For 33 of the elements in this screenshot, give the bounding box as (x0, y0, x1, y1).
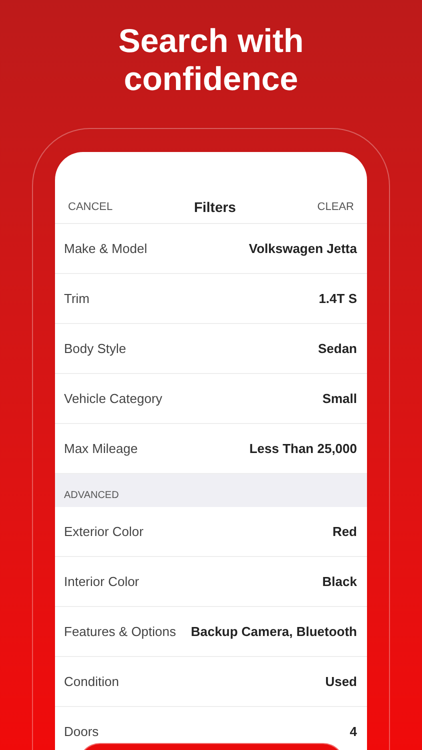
filter-label: Vehicle Category (64, 390, 162, 408)
filter-row[interactable]: Make & Model Volkswagen Jetta (55, 224, 367, 274)
filter-label: Features & Options (64, 622, 176, 641)
filter-label: Doors (64, 722, 99, 741)
filter-value: Small (322, 390, 357, 408)
filter-label: Interior Color (64, 572, 140, 591)
filter-value: 1.4T S (318, 290, 357, 308)
filter-label: Make & Model (64, 240, 148, 258)
filter-label: Condition (64, 672, 119, 691)
filter-row[interactable]: Features & Options Backup Camera, Bluetooth (55, 607, 367, 657)
headline: Search with confidence (117, 22, 305, 98)
filter-value: Less Than 25,000 (249, 440, 357, 458)
filter-value: Backup Camera, Bluetooth (190, 622, 357, 641)
filter-value: Used (325, 672, 357, 691)
section-header: ADVANCED (64, 489, 119, 503)
clear-button[interactable]: CLEAR (317, 199, 354, 216)
filter-label: Exterior Color (64, 522, 144, 541)
filter-value: Red (332, 522, 357, 541)
filter-row[interactable]: Condition Used (55, 657, 367, 707)
cancel-button[interactable]: CANCEL (68, 199, 113, 216)
screen-title: Filters (194, 198, 236, 217)
filter-label: Body Style (64, 340, 126, 358)
filter-value: 4 (350, 722, 357, 741)
filter-row[interactable]: Body Style Sedan (55, 324, 367, 374)
filter-label: Max Mileage (64, 440, 138, 458)
filter-value: Volkswagen Jetta (248, 240, 357, 258)
filter-row[interactable]: Interior Color Black (55, 557, 367, 607)
filter-row[interactable]: Vehicle Category Small (55, 374, 367, 424)
filter-value: Sedan (318, 340, 357, 358)
filter-row[interactable]: Exterior Color Red (55, 507, 367, 557)
filter-row[interactable]: Trim 1.4T S (55, 274, 367, 324)
filter-value: Black (322, 572, 357, 591)
filter-label: Trim (64, 290, 90, 308)
